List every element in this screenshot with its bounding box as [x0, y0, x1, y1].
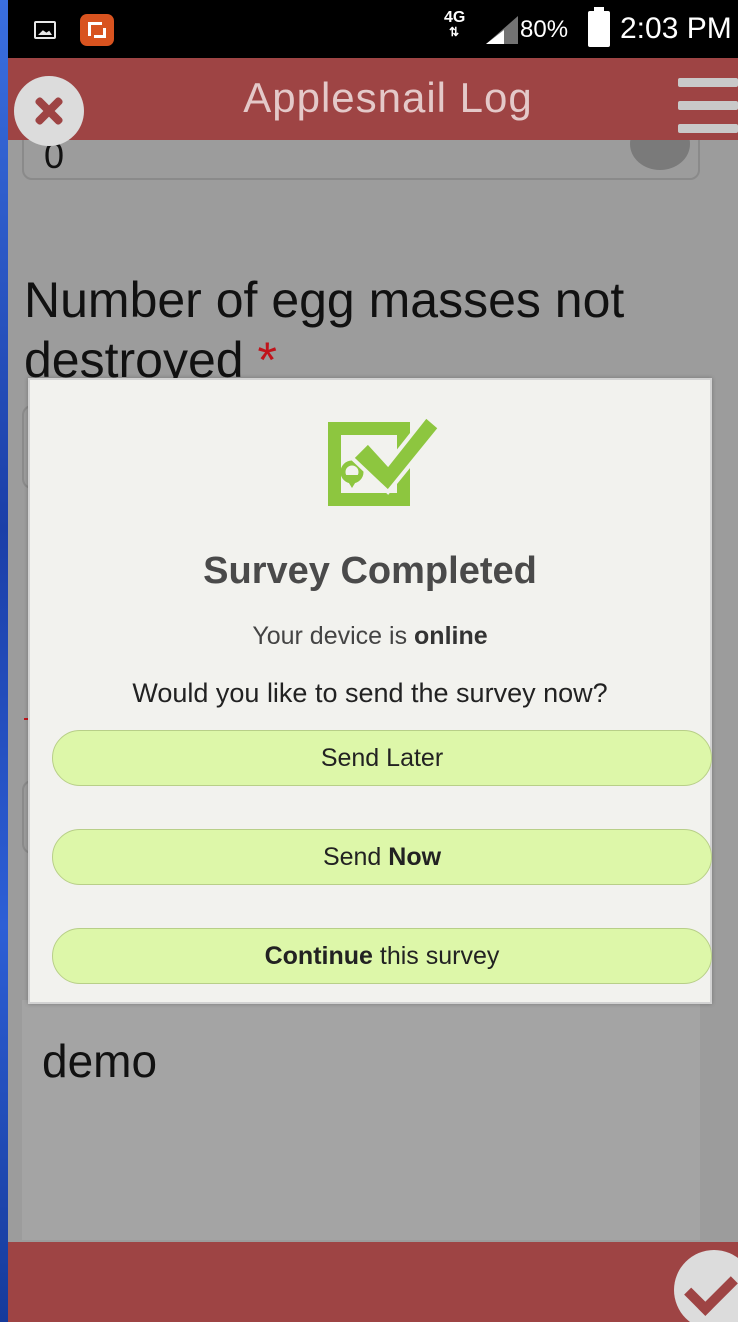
battery-percent: 80% [520, 16, 569, 43]
status-bar: 4G ⇅ 80% 2:03 PM [8, 0, 738, 58]
send-now-emphasis: Now [388, 843, 442, 871]
survey-completed-dialog: Survey Completed Your device is online W… [28, 378, 712, 1004]
menu-icon[interactable] [678, 78, 738, 134]
bottom-bar [8, 1242, 738, 1322]
signal-icon [486, 16, 518, 44]
send-now-button[interactable]: Send Now [52, 829, 712, 885]
app-bar: Applesnail Log [8, 58, 738, 146]
device-status: Your device is online [30, 622, 710, 651]
menu-line [678, 124, 738, 133]
survey-check-icon [328, 413, 442, 506]
menu-line [678, 78, 738, 87]
gallery-icon [34, 21, 56, 39]
data-arrows-icon: ⇅ [448, 25, 460, 39]
menu-line [678, 101, 738, 110]
network-type: 4G [444, 9, 466, 26]
app-title: Applesnail Log [243, 74, 533, 121]
continue-suffix: this survey [379, 942, 500, 970]
dialog-question: Would you like to send the survey now? [132, 678, 608, 708]
continue-survey-button[interactable]: Continue this survey [52, 928, 712, 984]
battery-icon [588, 7, 610, 47]
continue-emphasis: Continue [264, 942, 373, 970]
phone-screen: 4G ⇅ 80% 2:03 PM 0 Applesnail Log Number … [8, 0, 738, 1322]
send-now-prefix: Send [322, 843, 382, 871]
network-type-icon: 4G ⇅ [444, 9, 466, 39]
dialog-title: Survey Completed [203, 550, 537, 592]
clock: 2:03 PM [620, 12, 732, 45]
send-later-button[interactable]: Send Later [52, 730, 712, 786]
question-label: Number of egg masses not destroyed * [24, 270, 714, 390]
send-later-label: Send Later [320, 744, 444, 772]
status-value: online [414, 622, 488, 650]
status-prefix: Your device is [252, 622, 408, 650]
notes-value: demo [42, 1035, 158, 1087]
app-notification-icon [80, 14, 114, 46]
question-text: Number of egg masses not destroyed [24, 272, 625, 388]
